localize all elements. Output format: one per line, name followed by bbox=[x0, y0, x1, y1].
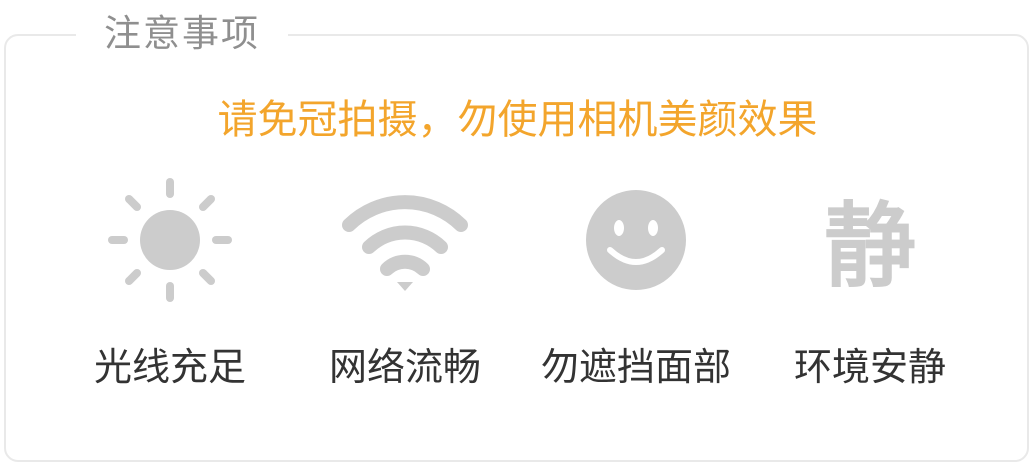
photo-notice: 请免冠拍摄，勿使用相机美颜效果 bbox=[217, 97, 818, 143]
tip-face: 勿遮挡面部 bbox=[516, 170, 756, 410]
tips-row: 光线充足 网络流畅 勿遮挡面部 静 环境安静 bbox=[0, 170, 1035, 410]
smiley-face-icon bbox=[586, 190, 686, 290]
tip-label: 网络流畅 bbox=[328, 345, 481, 389]
tip-quiet: 静 环境安静 bbox=[750, 170, 990, 410]
tip-label: 光线充足 bbox=[93, 345, 246, 389]
tip-label: 勿遮挡面部 bbox=[540, 345, 731, 389]
tip-label: 环境安静 bbox=[793, 345, 946, 389]
section-title: 注意事项 bbox=[76, 6, 288, 62]
tip-lighting: 光线充足 bbox=[50, 170, 290, 410]
sun-icon bbox=[108, 178, 232, 302]
tip-network: 网络流畅 bbox=[285, 170, 525, 410]
wifi-icon bbox=[342, 195, 468, 291]
quiet-character-icon: 静 bbox=[823, 193, 916, 300]
